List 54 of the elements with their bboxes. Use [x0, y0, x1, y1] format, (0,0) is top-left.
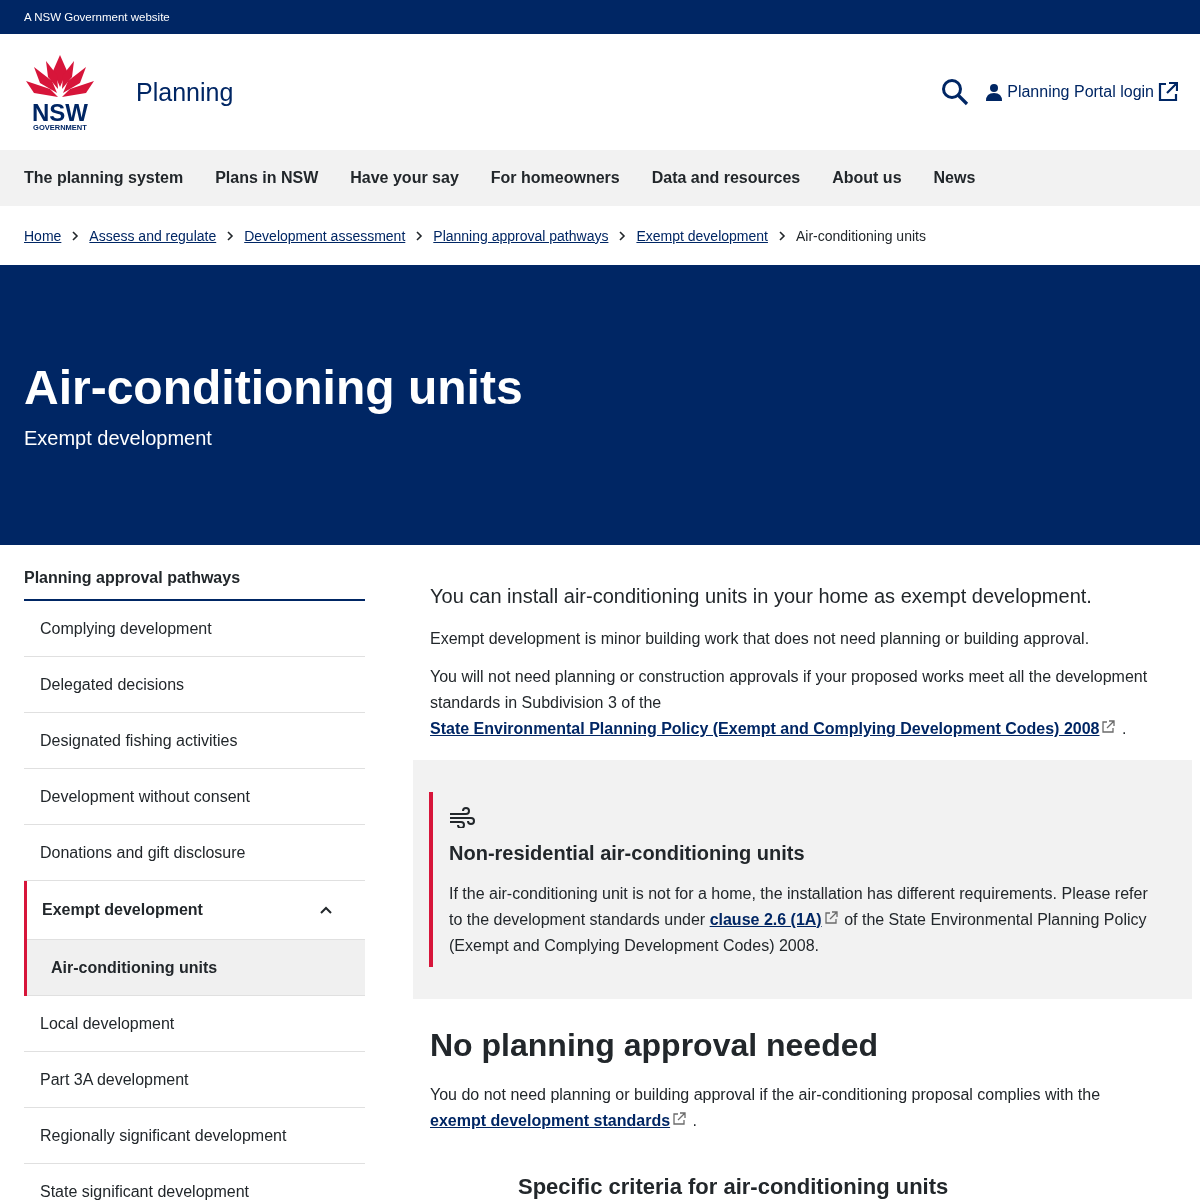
masthead-text: A NSW Government website: [24, 11, 170, 23]
nav-link[interactable]: For homeowners: [490, 169, 620, 187]
nav-link[interactable]: Data and resources: [651, 169, 801, 187]
text-link[interactable]: exempt development standards: [430, 1112, 671, 1129]
sidebar-subitem[interactable]: Air-conditioning units: [27, 940, 365, 996]
callout-title: Non-residential air-conditioning units: [449, 842, 806, 865]
search-icon[interactable]: [941, 78, 970, 106]
chevron-up-icon[interactable]: [319, 905, 333, 915]
chevron-right-icon: [777, 230, 786, 241]
sidebar-title[interactable]: Planning approval pathways: [24, 555, 365, 601]
chevron-right-icon: [415, 230, 424, 241]
page-title: Air-conditioning units: [24, 360, 524, 415]
site-title[interactable]: Planning: [136, 77, 234, 107]
nav-link[interactable]: Plans in NSW: [215, 169, 319, 187]
wind-icon: [449, 806, 475, 828]
nav-link[interactable]: About us: [832, 169, 902, 187]
sidebar-item[interactable]: State significant development: [24, 1164, 365, 1200]
sidebar-item[interactable]: Local development: [24, 996, 365, 1052]
nav-link[interactable]: The planning system: [24, 169, 184, 187]
paragraph-text: You will not need planning or construction approvals if your proposed works meet all the development standards in Subdivision 3 of the State Environmental Planning Policy (Exempt and Complying Development Codes) 2008 .: [429, 667, 1149, 739]
external-link-icon: [1158, 82, 1178, 102]
breadcrumb-link[interactable]: Development assessment: [244, 227, 406, 244]
breadcrumb-link[interactable]: Exempt development: [636, 227, 768, 244]
breadcrumb-current: Air-conditioning units: [795, 227, 926, 244]
login-label: Planning Portal login: [1007, 83, 1154, 101]
login-link[interactable]: Planning Portal login: [985, 82, 1178, 102]
text-link[interactable]: State Environmental Planning Policy (Exempt and Complying Development Codes) 2008: [430, 720, 1100, 737]
callout-text: If the air-conditioning unit is not for a home, the installation has different requirements. Please refer to the development standards under clause 2.6 (1A) of the State Environmental Planning Policy (Exempt and Complying Development Codes) 2008.: [449, 884, 1149, 956]
sidebar-item[interactable]: Regionally significant development: [24, 1108, 365, 1164]
sidebar-item[interactable]: Designated fishing activities: [24, 713, 365, 769]
nav-link[interactable]: News: [933, 169, 976, 187]
chevron-right-icon: [618, 230, 627, 241]
section-heading: No planning approval needed: [429, 1027, 880, 1064]
chevron-right-icon: [226, 230, 235, 241]
external-link-icon: [672, 1112, 687, 1126]
external-link-icon: [823, 911, 838, 925]
breadcrumb-link[interactable]: Assess and regulate: [89, 227, 217, 244]
text-link[interactable]: clause 2.6 (1A): [709, 911, 822, 928]
sidebar-item[interactable]: Donations and gift disclosure: [24, 825, 365, 881]
sidebar-item[interactable]: Development without consent: [24, 769, 365, 825]
page-subtitle: Exempt development: [24, 427, 213, 450]
subsection-heading: Specific criteria for air-conditioning units: [518, 1174, 950, 1200]
chevron-right-icon: [71, 230, 80, 241]
paragraph-text: Exempt development is minor building work that does not need planning or building approval.: [429, 629, 1091, 649]
person-icon: [985, 83, 1004, 101]
external-link-icon: [1101, 720, 1116, 734]
breadcrumb-link[interactable]: Planning approval pathways: [433, 227, 609, 244]
lead-paragraph: You can install air-conditioning units in your home as exempt development.: [429, 585, 1093, 608]
sidebar-item[interactable]: Delegated decisions: [24, 657, 365, 713]
paragraph-text: You do not need planning or building approval if the air-conditioning proposal complies with the exempt development standards .: [429, 1085, 1102, 1131]
sidebar-item[interactable]: Part 3A development: [24, 1052, 365, 1108]
sidebar-item[interactable]: Complying development: [24, 601, 365, 657]
breadcrumb-link[interactable]: Home: [24, 227, 62, 244]
nav-link[interactable]: Have your say: [350, 169, 459, 187]
